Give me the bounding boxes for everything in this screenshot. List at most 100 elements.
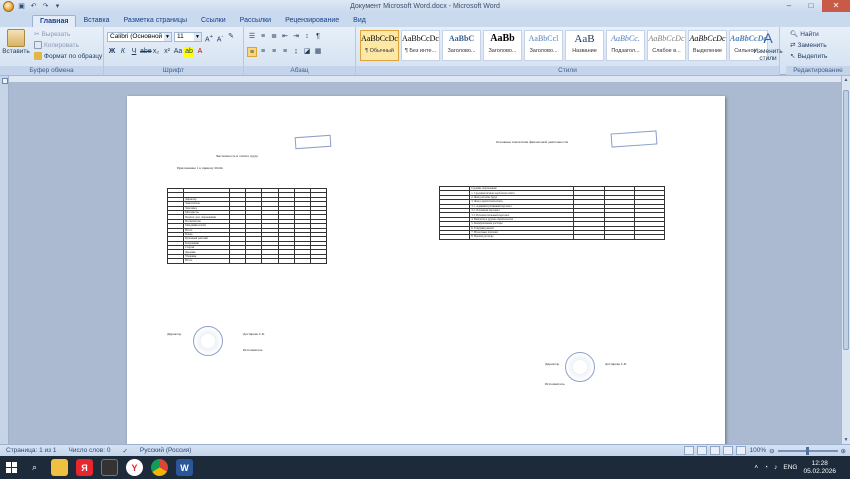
page-count[interactable]: Страница: 1 из 1 [0, 447, 63, 454]
clock[interactable]: 12:28 05.02.2026 [803, 460, 836, 476]
tab-review[interactable]: Рецензирование [278, 15, 346, 27]
volume-icon[interactable]: ♪ [774, 464, 777, 471]
print-layout-view-icon[interactable] [684, 446, 695, 455]
redo-icon[interactable]: ↷ [41, 2, 50, 11]
tab-view[interactable]: Вид [346, 15, 373, 27]
decrease-indent-icon[interactable]: ⇤ [280, 32, 290, 42]
word-icon[interactable]: W [176, 459, 193, 476]
font-size-tools: A+ A- ✎ [204, 32, 236, 43]
outline-view-icon[interactable] [723, 446, 734, 455]
pilcrow-icon[interactable]: ¶ [313, 32, 323, 42]
table-cell [603, 234, 635, 240]
shrink-font-icon[interactable]: A- [215, 32, 225, 43]
justify-icon[interactable]: ≡ [280, 47, 290, 57]
font-color-icon[interactable]: A [195, 47, 205, 57]
network-icon[interactable]: ◔ [764, 464, 768, 471]
scroll-up-icon[interactable]: ▲ [842, 76, 850, 84]
bullets-icon[interactable]: ☰ [247, 32, 257, 42]
select-button[interactable]: ↖ Выделить [790, 52, 827, 61]
document-page[interactable]: Численность и оплата труда Приложение 1 … [127, 96, 725, 444]
style-subtitle[interactable]: AaBbCc. Подзагол... [606, 30, 645, 61]
align-left-icon[interactable]: ≡ [247, 47, 257, 57]
spellcheck-icon[interactable]: ✓ [116, 447, 133, 455]
language-indicator[interactable]: Русский (Россия) [134, 447, 198, 454]
italic-icon[interactable]: К [118, 47, 128, 57]
office-button[interactable] [3, 1, 14, 12]
media-player-icon[interactable] [101, 459, 118, 476]
bold-icon[interactable]: Ж [107, 47, 117, 57]
format-painter-button[interactable]: Формат по образцу [34, 52, 102, 60]
style-heading-1[interactable]: AaBbC Заголово... [442, 30, 481, 61]
chevron-down-icon[interactable]: ▼ [194, 33, 201, 41]
style-title[interactable]: AaB Название [565, 30, 604, 61]
style-normal[interactable]: AaBbCcDc ¶ Обычный [360, 30, 399, 61]
shading-icon[interactable]: ◪ [302, 47, 312, 57]
chevron-up-icon[interactable]: ˄ [754, 464, 758, 471]
file-explorer-icon[interactable] [51, 459, 68, 476]
full-screen-view-icon[interactable] [697, 446, 708, 455]
style-heading-3[interactable]: AaBbCcl Заголово... [524, 30, 563, 61]
draft-view-icon[interactable] [736, 446, 747, 455]
maximize-button[interactable]: □ [800, 0, 822, 12]
minimize-button[interactable]: – [778, 0, 800, 12]
word-count[interactable]: Число слов: 0 [63, 447, 117, 454]
underline-icon[interactable]: Ч [129, 47, 139, 57]
scroll-thumb[interactable] [843, 90, 849, 350]
tab-insert[interactable]: Вставка [76, 15, 116, 27]
highlight-icon[interactable]: ab [184, 47, 194, 57]
vertical-scrollbar[interactable]: ▲ ▼ [841, 76, 850, 444]
style-name: Подзагол... [611, 48, 640, 54]
registration-stamp [294, 134, 332, 150]
document-area[interactable]: Численность и оплата труда Приложение 1 … [9, 82, 841, 444]
replace-button[interactable]: ⇄ Заменить [790, 41, 827, 50]
zoom-slider[interactable] [777, 446, 838, 455]
align-right-icon[interactable]: ≡ [269, 47, 279, 57]
web-layout-view-icon[interactable] [710, 446, 721, 455]
line-spacing-icon[interactable]: ↨ [291, 47, 301, 57]
chevron-down-icon[interactable]: ▼ [164, 33, 171, 41]
strikethrough-icon[interactable]: abe [140, 47, 152, 57]
zoom-slider-knob[interactable] [805, 446, 809, 455]
paste-button[interactable]: Вставить [2, 29, 30, 55]
tab-selector[interactable] [2, 78, 8, 84]
style-no-spacing[interactable]: AaBbCcDc ¶ Без инте... [401, 30, 440, 61]
close-button[interactable]: ✕ [822, 0, 850, 12]
zoom-level[interactable]: 100% [749, 447, 766, 454]
tab-references[interactable]: Ссылки [194, 15, 233, 27]
change-case-icon[interactable]: Aa [173, 47, 183, 57]
tab-mailings[interactable]: Рассылки [233, 15, 278, 27]
keyboard-language[interactable]: ENG [783, 464, 797, 471]
tab-home[interactable]: Главная [32, 15, 77, 27]
style-heading-2[interactable]: AaBb Заголово... [483, 30, 522, 61]
zoom-out-icon[interactable]: ⊖ [769, 447, 774, 455]
tab-page-layout[interactable]: Разметка страницы [117, 15, 195, 27]
yandex-icon[interactable]: Я [76, 459, 93, 476]
search-icon[interactable]: ⌕ [26, 459, 43, 476]
yandex-browser-icon[interactable]: Y [126, 459, 143, 476]
change-styles-button[interactable]: A Изменить стили [750, 29, 786, 62]
font-name-combo[interactable]: Calibri (Основной те ▼ [107, 32, 172, 42]
superscript-icon[interactable]: x² [162, 47, 172, 57]
borders-icon[interactable]: ▦ [313, 47, 323, 57]
chrome-icon[interactable] [151, 459, 168, 476]
scroll-down-icon[interactable]: ▼ [842, 436, 850, 444]
style-emphasis[interactable]: AaBbCcDc Выделение [688, 30, 727, 61]
grow-font-icon[interactable]: A+ [204, 32, 214, 43]
subscript-icon[interactable]: x₂ [151, 47, 161, 57]
save-icon[interactable]: ▣ [17, 2, 26, 11]
multilevel-list-icon[interactable]: ≣ [269, 32, 279, 42]
font-size-combo[interactable]: 11 ▼ [174, 32, 202, 42]
style-subtle-emphasis[interactable]: AaBbCcDc Слабое в... [647, 30, 686, 61]
zoom-in-icon[interactable]: ⊕ [841, 447, 846, 455]
align-center-icon[interactable]: ≡ [258, 47, 268, 57]
increase-indent-icon[interactable]: ⇥ [291, 32, 301, 42]
copy-button[interactable]: Копировать [34, 41, 79, 49]
cut-button[interactable]: ✂ Вырезать [34, 30, 70, 39]
clear-format-icon[interactable]: ✎ [226, 32, 236, 42]
chevron-down-icon[interactable]: ▾ [53, 2, 62, 11]
sort-icon[interactable]: ↕ [302, 32, 312, 42]
numbering-icon[interactable]: ≡ [258, 32, 268, 42]
find-button[interactable]: 🔍︎ Найти [790, 30, 819, 39]
undo-icon[interactable]: ↶ [29, 2, 38, 11]
start-button[interactable] [0, 456, 22, 479]
